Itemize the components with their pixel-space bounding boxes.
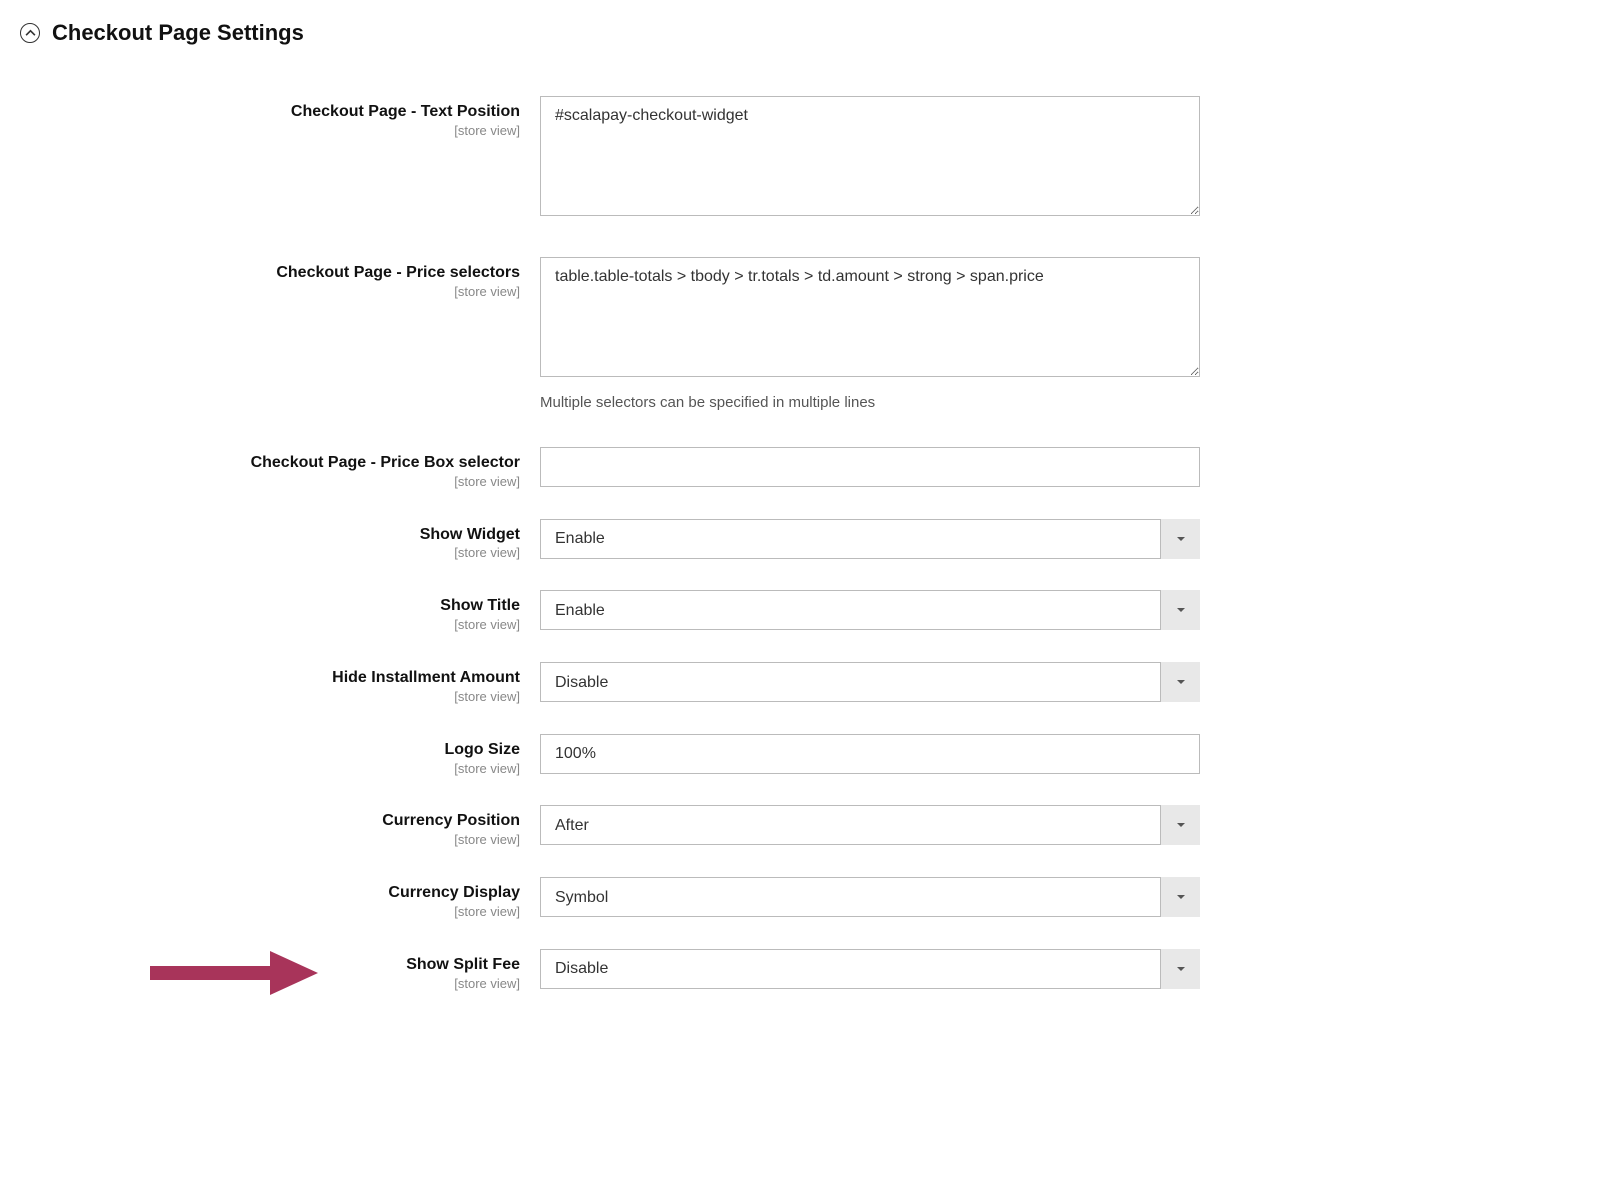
label-show-split-fee: Show Split Fee xyxy=(20,955,520,976)
label-show-widget: Show Widget xyxy=(20,525,520,546)
scope-label: [store view] xyxy=(20,545,520,562)
input-price-selectors[interactable]: table.table-totals > tbody > tr.totals >… xyxy=(540,257,1200,377)
label-price-box-selector: Checkout Page - Price Box selector xyxy=(20,453,520,474)
scope-label: [store view] xyxy=(20,617,520,634)
scope-label: [store view] xyxy=(20,976,520,993)
select-hide-installment-amount[interactable]: Disable xyxy=(540,662,1200,702)
input-text-position[interactable]: #scalapay-checkout-widget xyxy=(540,96,1200,216)
select-currency-display[interactable]: Symbol xyxy=(540,877,1200,917)
row-price-selectors: Checkout Page - Price selectors [store v… xyxy=(20,257,1580,411)
row-price-box-selector: Checkout Page - Price Box selector [stor… xyxy=(20,447,1580,491)
scope-label: [store view] xyxy=(20,832,520,849)
row-show-widget: Show Widget [store view] Enable xyxy=(20,519,1580,563)
row-logo-size: Logo Size [store view] xyxy=(20,734,1580,778)
label-logo-size: Logo Size xyxy=(20,740,520,761)
row-show-split-fee: Show Split Fee [store view] Disable xyxy=(20,949,1580,993)
scope-label: [store view] xyxy=(20,761,520,778)
row-hide-installment-amount: Hide Installment Amount [store view] Dis… xyxy=(20,662,1580,706)
input-logo-size[interactable] xyxy=(540,734,1200,774)
scope-label: [store view] xyxy=(20,123,520,140)
label-text-position: Checkout Page - Text Position xyxy=(20,102,520,123)
scope-label: [store view] xyxy=(20,689,520,706)
row-show-title: Show Title [store view] Enable xyxy=(20,590,1580,634)
scope-label: [store view] xyxy=(20,474,520,491)
label-hide-installment-amount: Hide Installment Amount xyxy=(20,668,520,689)
row-currency-display: Currency Display [store view] Symbol xyxy=(20,877,1580,921)
label-price-selectors: Checkout Page - Price selectors xyxy=(20,263,520,284)
select-currency-position[interactable]: After xyxy=(540,805,1200,845)
scope-label: [store view] xyxy=(20,904,520,921)
label-show-title: Show Title xyxy=(20,596,520,617)
section-title: Checkout Page Settings xyxy=(52,20,304,46)
input-price-box-selector[interactable] xyxy=(540,447,1200,487)
label-currency-position: Currency Position xyxy=(20,811,520,832)
select-show-split-fee[interactable]: Disable xyxy=(540,949,1200,989)
section-header: Checkout Page Settings xyxy=(20,20,1580,46)
row-currency-position: Currency Position [store view] After xyxy=(20,805,1580,849)
helper-price-selectors: Multiple selectors can be specified in m… xyxy=(540,394,1200,411)
row-text-position: Checkout Page - Text Position [store vie… xyxy=(20,96,1580,221)
select-show-widget[interactable]: Enable xyxy=(540,519,1200,559)
label-currency-display: Currency Display xyxy=(20,883,520,904)
select-show-title[interactable]: Enable xyxy=(540,590,1200,630)
collapse-toggle-icon[interactable] xyxy=(20,23,40,43)
scope-label: [store view] xyxy=(20,284,520,301)
settings-form: Checkout Page - Text Position [store vie… xyxy=(20,96,1580,1021)
